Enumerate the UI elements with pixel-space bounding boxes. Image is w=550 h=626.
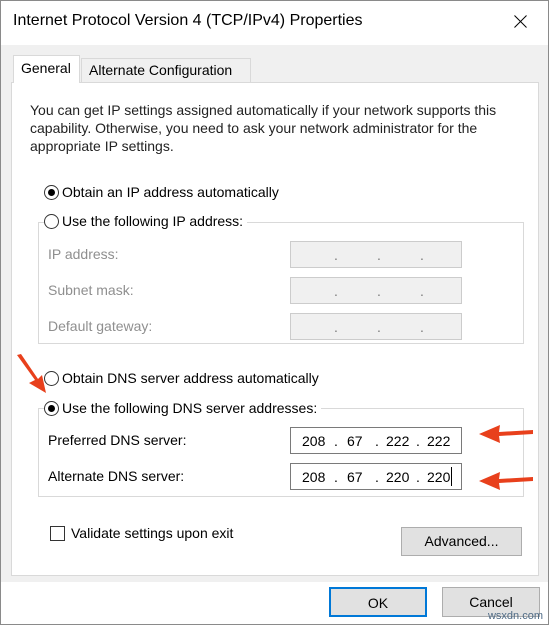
dialog-body: General Alternate Configuration You can … bbox=[1, 45, 548, 582]
properties-dialog: Internet Protocol Version 4 (TCP/IPv4) P… bbox=[0, 0, 549, 625]
obtain-ip-auto-label: Obtain an IP address automatically bbox=[62, 184, 279, 200]
radio-selected-icon bbox=[44, 184, 59, 200]
default-gateway-label: Default gateway: bbox=[48, 318, 153, 334]
ip-address-label: IP address: bbox=[48, 246, 119, 262]
advanced-button[interactable]: Advanced... bbox=[401, 527, 522, 556]
close-icon[interactable] bbox=[504, 5, 538, 39]
tab-general[interactable]: General bbox=[13, 55, 80, 83]
octet: 208 bbox=[302, 433, 326, 449]
octet: 208 bbox=[302, 469, 326, 485]
octet: 222 bbox=[427, 433, 451, 449]
use-following-dns-radio[interactable]: Use the following DNS server addresses: bbox=[44, 400, 322, 416]
radio-unselected-icon bbox=[44, 213, 59, 229]
obtain-dns-auto-label: Obtain DNS server address automatically bbox=[62, 370, 319, 386]
radio-selected-icon bbox=[44, 400, 59, 416]
description-text: You can get IP settings assigned automat… bbox=[30, 102, 497, 154]
use-following-ip-label: Use the following IP address: bbox=[62, 213, 244, 229]
ip-address-field: ... bbox=[290, 241, 462, 268]
octet: 222 bbox=[386, 433, 410, 449]
alternate-dns-label: Alternate DNS server: bbox=[48, 468, 185, 484]
alternate-dns-field[interactable]: 208 . 67 . 220 . 220 bbox=[290, 463, 462, 490]
ok-button[interactable]: OK bbox=[329, 587, 427, 617]
obtain-ip-auto-radio[interactable]: Obtain an IP address automatically bbox=[44, 184, 279, 200]
watermark: wsxdn.com bbox=[487, 610, 543, 622]
octet: 67 bbox=[347, 469, 363, 485]
red-arrow-icon bbox=[479, 425, 533, 443]
octet: 220 bbox=[427, 469, 451, 485]
title-bar: Internet Protocol Version 4 (TCP/IPv4) P… bbox=[1, 1, 548, 45]
general-panel: You can get IP settings assigned automat… bbox=[11, 82, 539, 576]
window-title: Internet Protocol Version 4 (TCP/IPv4) P… bbox=[13, 12, 363, 29]
validate-checkbox[interactable] bbox=[50, 526, 65, 541]
red-arrow-icon bbox=[479, 472, 533, 490]
octet: 220 bbox=[386, 469, 410, 485]
preferred-dns-field[interactable]: 208 . 67 . 222 . 222 bbox=[290, 427, 462, 454]
octet: 67 bbox=[347, 433, 363, 449]
validate-label: Validate settings upon exit bbox=[71, 525, 234, 541]
obtain-dns-auto-radio[interactable]: Obtain DNS server address automatically bbox=[44, 370, 319, 386]
text-cursor bbox=[451, 467, 452, 486]
default-gateway-field: ... bbox=[290, 313, 462, 340]
tab-alternate-configuration[interactable]: Alternate Configuration bbox=[81, 58, 251, 82]
preferred-dns-label: Preferred DNS server: bbox=[48, 432, 187, 448]
subnet-mask-field: ... bbox=[290, 277, 462, 304]
subnet-mask-label: Subnet mask: bbox=[48, 282, 134, 298]
red-arrow-icon bbox=[17, 354, 46, 393]
use-following-ip-radio[interactable]: Use the following IP address: bbox=[44, 213, 248, 229]
use-following-dns-label: Use the following DNS server addresses: bbox=[62, 400, 318, 416]
